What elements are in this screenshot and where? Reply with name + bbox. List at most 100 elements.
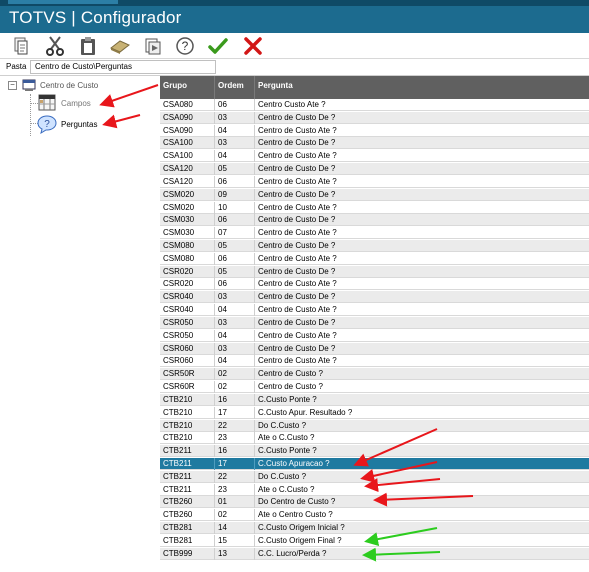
table-row[interactable]: CSR060 03 Centro de Custo De ? <box>160 342 589 355</box>
column-divider <box>214 496 215 509</box>
cell-pergunta: Centro de Custo ? <box>258 382 323 392</box>
table-row[interactable]: CSR060 04 Centro de Custo Ate ? <box>160 355 589 368</box>
table-row[interactable]: CSM030 06 Centro de Custo De ? <box>160 214 589 227</box>
column-divider <box>214 124 215 137</box>
column-divider <box>254 381 255 394</box>
table-row[interactable]: CSM080 06 Centro de Custo Ate ? <box>160 252 589 265</box>
table-row[interactable]: CSM020 10 Centro de Custo Ate ? <box>160 201 589 214</box>
table-row[interactable]: CTB210 22 Do C.Custo ? <box>160 419 589 432</box>
table-row[interactable]: CTB210 17 C.Custo Apur. Resultado ? <box>160 406 589 419</box>
table-row[interactable]: CTB211 23 Ate o C.Custo ? <box>160 483 589 496</box>
table-row[interactable]: CTB211 16 C.Custo Ponte ? <box>160 445 589 458</box>
column-divider <box>214 432 215 445</box>
column-header-grupo[interactable]: Grupo <box>163 81 187 90</box>
cell-pergunta: Centro de Custo De ? <box>258 343 336 353</box>
table-row[interactable]: CSR050 04 Centro de Custo Ate ? <box>160 329 589 342</box>
cell-ordem: 16 <box>218 394 227 404</box>
cell-pergunta: C.Custo Ponte ? <box>258 446 317 456</box>
column-divider <box>254 188 255 201</box>
cell-grupo: CSR060 <box>163 356 194 366</box>
column-header-ordem[interactable]: Ordem <box>218 81 244 90</box>
column-divider <box>254 76 255 99</box>
column-divider <box>254 99 255 111</box>
table-row[interactable]: CSR040 03 Centro de Custo De ? <box>160 291 589 304</box>
questions-table: Grupo Ordem Pergunta CSA080 06 Centro Cust… <box>160 76 589 572</box>
column-divider <box>254 214 255 227</box>
table-row[interactable]: CSR050 03 Centro de Custo De ? <box>160 316 589 329</box>
cell-ordem: 17 <box>218 458 227 468</box>
cell-grupo: CTB211 <box>163 458 192 468</box>
table-row[interactable]: CSM030 07 Centro de Custo Ate ? <box>160 227 589 240</box>
table-row[interactable]: CTB999 13 C.C. Lucro/Perda ? <box>160 547 589 560</box>
cell-grupo: CSM080 <box>163 241 195 251</box>
column-divider <box>214 304 215 317</box>
table-row[interactable]: CSM080 05 Centro de Custo De ? <box>160 240 589 253</box>
cell-pergunta: Centro de Custo De ? <box>258 292 336 302</box>
column-divider <box>214 381 215 394</box>
table-row[interactable]: CSA120 06 Centro de Custo Ate ? <box>160 175 589 188</box>
column-divider <box>254 470 255 483</box>
tree-item-campos[interactable]: Campos <box>61 99 91 108</box>
paste-icon[interactable] <box>78 36 98 56</box>
cell-ordem: 02 <box>218 510 227 520</box>
cell-grupo: CSR50R <box>163 369 195 379</box>
cell-ordem: 23 <box>218 433 227 443</box>
table-row[interactable]: CSA080 06 Centro Custo Ate ? <box>160 99 589 111</box>
table-row[interactable]: CTB211 22 Do C.Custo ? <box>160 470 589 483</box>
column-divider <box>254 355 255 368</box>
cell-ordem: 13 <box>218 548 227 558</box>
column-divider <box>254 393 255 406</box>
column-divider <box>254 124 255 137</box>
table-row[interactable]: CSR50R 02 Centro de Custo ? <box>160 368 589 381</box>
table-row[interactable]: CSR020 06 Centro de Custo Ate ? <box>160 278 589 291</box>
column-divider <box>214 355 215 368</box>
table-row[interactable]: CTB260 01 Do Centro de Custo ? <box>160 496 589 509</box>
cell-grupo: CSR020 <box>163 279 194 289</box>
table-row[interactable]: CTB210 23 Ate o C.Custo ? <box>160 432 589 445</box>
table-row[interactable]: CSA120 05 Centro de Custo De ? <box>160 163 589 176</box>
cell-grupo: CSR050 <box>163 330 194 340</box>
column-divider <box>254 291 255 304</box>
copy-icon[interactable] <box>11 36 31 56</box>
table-row[interactable]: CSA100 03 Centro de Custo De ? <box>160 137 589 150</box>
table-row[interactable]: CTB281 15 C.Custo Origem Final ? <box>160 534 589 547</box>
collapse-toggle[interactable]: − <box>8 81 17 90</box>
table-row[interactable]: CTB260 02 Ate o Centro Custo ? <box>160 509 589 522</box>
cell-pergunta: Do C.Custo ? <box>258 471 307 481</box>
eraser-icon[interactable] <box>110 36 130 56</box>
cell-grupo: CSM080 <box>163 253 195 263</box>
column-divider <box>214 547 215 560</box>
title-bar: TOTVS | Configurador <box>0 6 589 33</box>
table-row[interactable]: CSA090 04 Centro de Custo Ate ? <box>160 124 589 137</box>
tree-item-perguntas[interactable]: Perguntas <box>61 120 97 129</box>
table-row[interactable]: CSR60R 02 Centro de Custo ? <box>160 381 589 394</box>
table-row[interactable]: CSR020 05 Centro de Custo De ? <box>160 265 589 278</box>
cell-grupo: CSR060 <box>163 343 194 353</box>
column-divider <box>214 534 215 547</box>
confirm-icon[interactable] <box>208 36 228 56</box>
cell-ordem: 06 <box>218 176 227 186</box>
table-row[interactable]: CTB210 16 C.Custo Ponte ? <box>160 393 589 406</box>
column-divider <box>214 445 215 458</box>
table-row[interactable]: CSA100 04 Centro de Custo Ate ? <box>160 150 589 163</box>
cell-pergunta: C.Custo Origem Inicial ? <box>258 523 345 533</box>
cancel-icon[interactable] <box>243 36 263 56</box>
table-row[interactable]: CSM020 09 Centro de Custo De ? <box>160 188 589 201</box>
column-divider <box>254 240 255 253</box>
help-icon[interactable]: ? <box>175 36 195 56</box>
tree-root-label[interactable]: Centro de Custo <box>40 81 98 90</box>
column-header-pergunta[interactable]: Pergunta <box>258 81 293 90</box>
export-icon[interactable] <box>143 36 163 56</box>
table-row[interactable]: CSR040 04 Centro de Custo Ate ? <box>160 304 589 317</box>
column-divider <box>214 76 215 99</box>
cell-grupo: CSR040 <box>163 305 194 315</box>
cut-icon[interactable] <box>45 36 65 56</box>
table-row[interactable]: CTB281 14 C.Custo Origem Inicial ? <box>160 522 589 535</box>
table-row[interactable]: CTB211 17 C.Custo Apuracao ? <box>160 457 589 470</box>
folder-path-field[interactable]: Centro de Custo\Perguntas <box>30 60 216 74</box>
cell-pergunta: Ate o C.Custo ? <box>258 433 315 443</box>
column-divider <box>254 304 255 317</box>
cell-ordem: 10 <box>218 202 227 212</box>
table-row[interactable]: CSA090 03 Centro de Custo De ? <box>160 111 589 124</box>
cell-pergunta: Centro de Custo Ate ? <box>258 356 337 366</box>
